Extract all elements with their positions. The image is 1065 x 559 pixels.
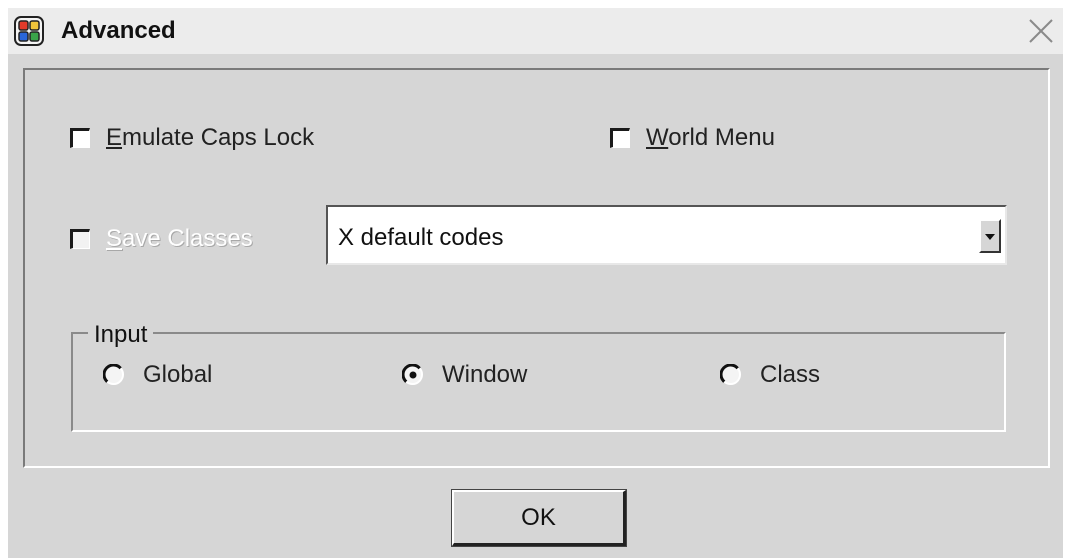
- world-menu-label: World Menu: [646, 124, 775, 151]
- checkbox-box: [70, 229, 90, 249]
- title-bar[interactable]: Advanced: [8, 8, 1063, 54]
- close-button[interactable]: [1025, 15, 1057, 47]
- checkbox-box[interactable]: [70, 128, 90, 148]
- radio-class[interactable]: Class: [720, 361, 820, 389]
- dropdown-button[interactable]: [979, 219, 1001, 253]
- input-group-legend: Input: [88, 321, 154, 349]
- radio-window[interactable]: Window: [402, 361, 527, 389]
- radio-global[interactable]: Global: [103, 361, 212, 389]
- ok-button[interactable]: OK: [451, 489, 627, 547]
- save-classes-label: Save Classes: [106, 225, 253, 252]
- keycodes-select[interactable]: X default codes: [326, 205, 1007, 265]
- radio-class-label: Class: [760, 361, 821, 388]
- chevron-down-icon: [985, 234, 995, 240]
- radio-global-label: Global: [143, 361, 213, 388]
- radio-unselected-icon[interactable]: [103, 364, 125, 386]
- radio-unselected-icon[interactable]: [720, 364, 742, 386]
- close-icon: [1029, 19, 1053, 43]
- checkbox-box[interactable]: [610, 128, 630, 148]
- world-menu-checkbox[interactable]: World Menu: [610, 124, 775, 152]
- app-palette-icon: [14, 16, 44, 46]
- advanced-dialog: Advanced Emulate Caps Lock World Menu Sa…: [8, 8, 1063, 558]
- radio-selected-icon[interactable]: [402, 364, 424, 386]
- save-classes-checkbox: Save Classes: [70, 225, 253, 253]
- window-title: Advanced: [61, 17, 176, 44]
- emulate-caps-lock-checkbox[interactable]: Emulate Caps Lock: [70, 124, 314, 152]
- emulate-caps-lock-label: Emulate Caps Lock: [106, 124, 315, 151]
- keycodes-select-value: X default codes: [338, 224, 504, 251]
- radio-window-label: Window: [442, 361, 528, 388]
